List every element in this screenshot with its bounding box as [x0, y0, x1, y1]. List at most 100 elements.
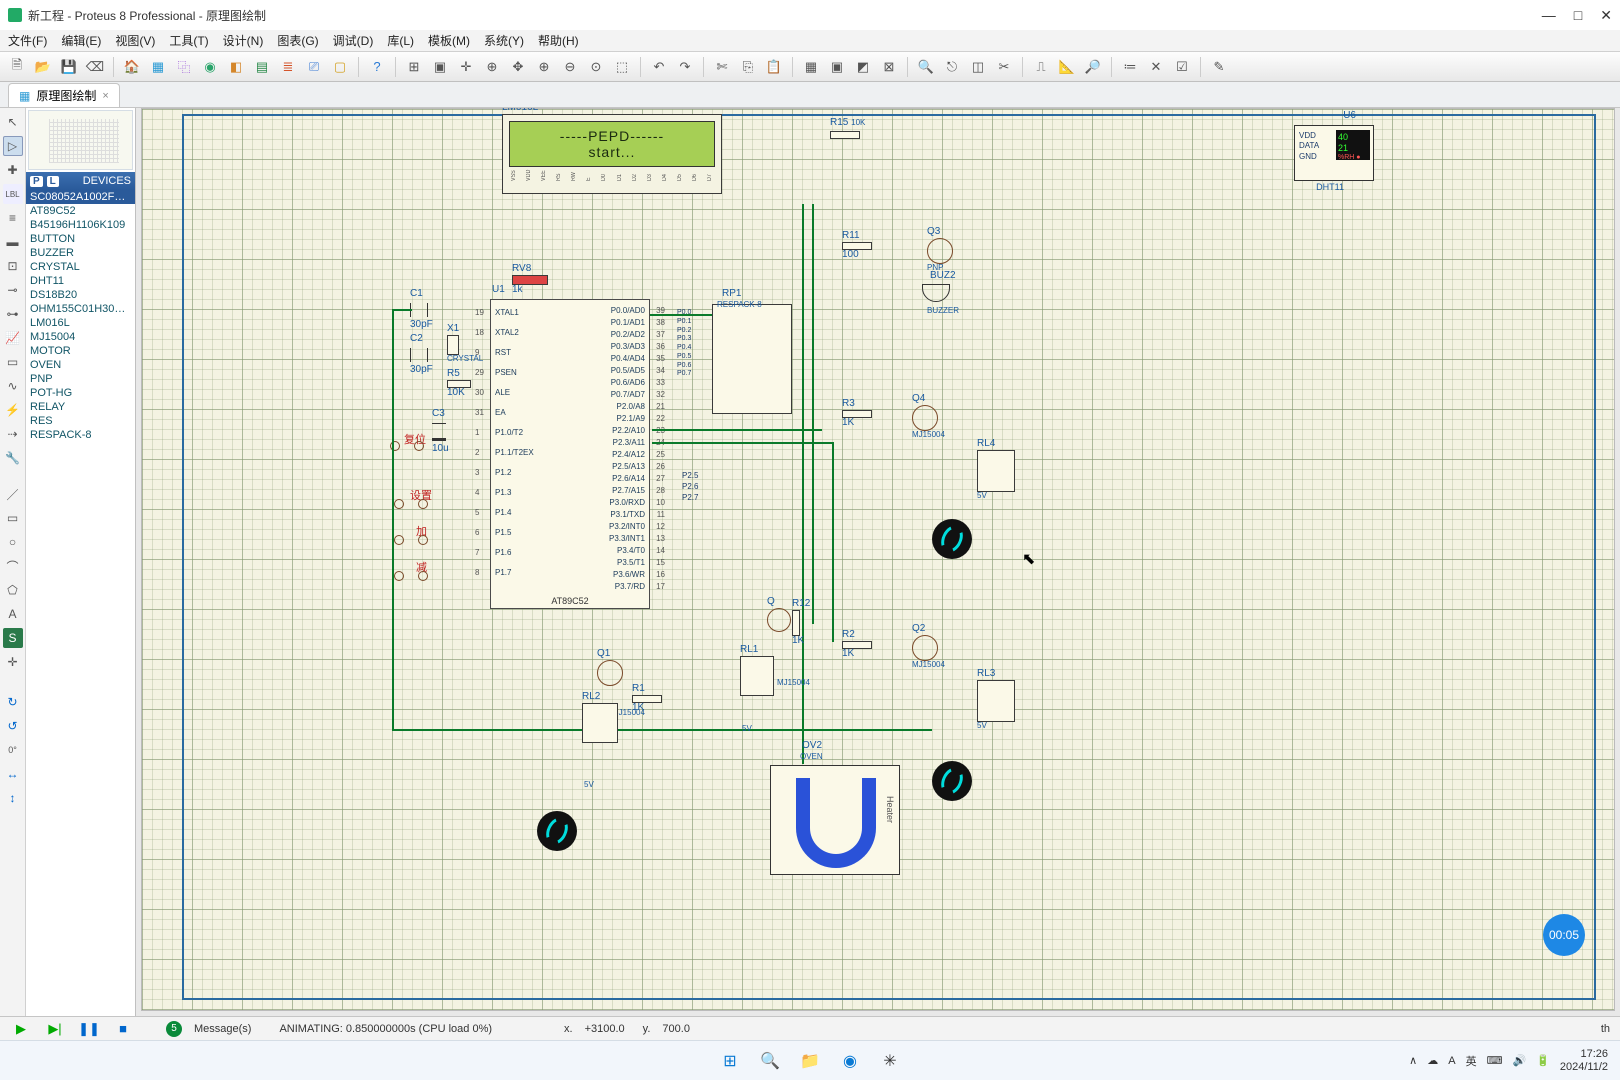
- generator-tool-icon[interactable]: ∿: [3, 376, 23, 396]
- device-item[interactable]: BUZZER: [26, 246, 135, 260]
- gerber-icon[interactable]: ◧: [225, 56, 247, 78]
- save-icon[interactable]: 💾: [58, 56, 80, 78]
- help-qm-icon[interactable]: ▢: [329, 56, 351, 78]
- 3d-icon[interactable]: ◉: [199, 56, 221, 78]
- device-item[interactable]: DS18B20: [26, 288, 135, 302]
- menu-library[interactable]: 库(L): [387, 32, 414, 49]
- wire-tool-icon[interactable]: ⎍: [1030, 56, 1052, 78]
- zoom-in-icon[interactable]: ⊕: [533, 56, 555, 78]
- device-pin-icon[interactable]: ⊶: [3, 304, 23, 324]
- erc-icon[interactable]: ✎: [1208, 56, 1230, 78]
- goto-icon[interactable]: ⎋: [941, 56, 963, 78]
- search-taskbar-icon[interactable]: 🔍: [756, 1047, 784, 1075]
- circle-2d-icon[interactable]: ○: [3, 532, 23, 552]
- arc-2d-icon[interactable]: ⌒: [3, 556, 23, 576]
- searchlib-icon[interactable]: 🔎: [1082, 56, 1104, 78]
- menu-system[interactable]: 系统(Y): [484, 32, 524, 49]
- vsm-icon[interactable]: ⎚: [303, 56, 325, 78]
- package-icon[interactable]: ◫: [967, 56, 989, 78]
- graph-tool-icon[interactable]: 📈: [3, 328, 23, 348]
- device-item[interactable]: MOTOR: [26, 344, 135, 358]
- messages-label[interactable]: Message(s): [194, 1023, 251, 1035]
- schematic-icon[interactable]: ▦: [147, 56, 169, 78]
- taskbar-date[interactable]: 2024/11/2: [1560, 1061, 1608, 1074]
- pan-icon[interactable]: ✥: [507, 56, 529, 78]
- device-item[interactable]: CRYSTAL: [26, 260, 135, 274]
- junction-tool-icon[interactable]: ✚: [3, 160, 23, 180]
- new-icon[interactable]: 🗎: [6, 56, 28, 78]
- device-item[interactable]: PNP: [26, 372, 135, 386]
- window-close-button[interactable]: ✕: [1600, 7, 1612, 24]
- tape-tool-icon[interactable]: ▭: [3, 352, 23, 372]
- zoom-area-icon[interactable]: ⬚: [611, 56, 633, 78]
- decompose-icon[interactable]: ✂: [993, 56, 1015, 78]
- redo-icon[interactable]: ↷: [674, 56, 696, 78]
- copy-icon[interactable]: ⎘: [737, 56, 759, 78]
- device-item[interactable]: B45196H1106K109: [26, 218, 135, 232]
- block-delete-icon[interactable]: ⊠: [878, 56, 900, 78]
- autoroute-icon[interactable]: 📐: [1056, 56, 1078, 78]
- device-item[interactable]: AT89C52: [26, 204, 135, 218]
- code-icon[interactable]: ≣: [277, 56, 299, 78]
- tray-keyboard-icon[interactable]: ⌨: [1487, 1054, 1503, 1067]
- symbol-2d-icon[interactable]: S: [3, 628, 23, 648]
- mirror-h-icon[interactable]: ↔: [3, 764, 23, 784]
- text-script-icon[interactable]: ≡: [3, 208, 23, 228]
- device-item[interactable]: RESPACK-8: [26, 428, 135, 442]
- sim-play-button[interactable]: ▶: [10, 1020, 32, 1038]
- sim-stop-button[interactable]: ■: [112, 1020, 134, 1038]
- oven[interactable]: Heater: [770, 765, 900, 875]
- snap-icon[interactable]: ✛: [455, 56, 477, 78]
- selection-tool-icon[interactable]: ↖: [3, 112, 23, 132]
- device-item[interactable]: SC08052A1002FKHFT: [26, 190, 135, 204]
- compile-icon[interactable]: ☑: [1171, 56, 1193, 78]
- help-icon[interactable]: ?: [366, 56, 388, 78]
- menu-design[interactable]: 设计(N): [223, 32, 264, 49]
- menu-edit[interactable]: 编辑(E): [61, 32, 101, 49]
- component-tool-icon[interactable]: ▷: [3, 136, 23, 156]
- probe-i-icon[interactable]: ⇢: [3, 424, 23, 444]
- angle-input[interactable]: 0°: [3, 740, 23, 760]
- overview-pane[interactable]: [28, 110, 133, 170]
- window-minimize-button[interactable]: —: [1542, 7, 1556, 24]
- start-button[interactable]: ⊞: [716, 1047, 744, 1075]
- device-item[interactable]: LM016L: [26, 316, 135, 330]
- fan-rl4[interactable]: [932, 519, 972, 559]
- close-project-icon[interactable]: ⌫: [84, 56, 106, 78]
- search-icon[interactable]: 🔍: [915, 56, 937, 78]
- block-move-icon[interactable]: ▣: [826, 56, 848, 78]
- window-maximize-button[interactable]: □: [1574, 7, 1582, 24]
- fan-rl2[interactable]: [537, 811, 577, 851]
- sheet-icon[interactable]: ▣: [429, 56, 451, 78]
- tray-up-icon[interactable]: ∧: [1409, 1054, 1417, 1067]
- rp1-box[interactable]: [712, 304, 792, 414]
- tab-close-button[interactable]: ×: [102, 90, 108, 102]
- origin-icon[interactable]: ⊕: [481, 56, 503, 78]
- block-copy-icon[interactable]: ▦: [800, 56, 822, 78]
- bus-tool-icon[interactable]: ▬: [3, 232, 23, 252]
- device-item[interactable]: RES: [26, 414, 135, 428]
- block-rotate-icon[interactable]: ◩: [852, 56, 874, 78]
- tray-a-icon[interactable]: A: [1448, 1055, 1455, 1067]
- menu-template[interactable]: 模板(M): [428, 32, 470, 49]
- line-2d-icon[interactable]: ／: [3, 484, 23, 504]
- fan-rl3[interactable]: [932, 761, 972, 801]
- grid-toggle-icon[interactable]: ⊞: [403, 56, 425, 78]
- dht-module[interactable]: VDD DATA GND 40 21 %RH ●: [1294, 125, 1374, 181]
- pcb-icon[interactable]: ⿻: [173, 56, 195, 78]
- exclude-icon[interactable]: ✕: [1145, 56, 1167, 78]
- paste-icon[interactable]: 📋: [763, 56, 785, 78]
- menu-tools[interactable]: 工具(T): [169, 32, 208, 49]
- device-item[interactable]: POT-HG: [26, 386, 135, 400]
- rotate-ccw-icon[interactable]: ↺: [3, 716, 23, 736]
- terminal-tool-icon[interactable]: ⊸: [3, 280, 23, 300]
- home-icon[interactable]: 🏠: [121, 56, 143, 78]
- menu-debug[interactable]: 调试(D): [333, 32, 374, 49]
- device-item[interactable]: RELAY: [26, 400, 135, 414]
- library-button[interactable]: L: [47, 176, 59, 187]
- devices-list[interactable]: SC08052A1002FKHFTAT89C52B45196H1106K109 B…: [26, 190, 135, 1016]
- box-2d-icon[interactable]: ▭: [3, 508, 23, 528]
- marker-2d-icon[interactable]: ✛: [3, 652, 23, 672]
- app-taskbar-icon[interactable]: ✳: [876, 1047, 904, 1075]
- device-item[interactable]: OVEN: [26, 358, 135, 372]
